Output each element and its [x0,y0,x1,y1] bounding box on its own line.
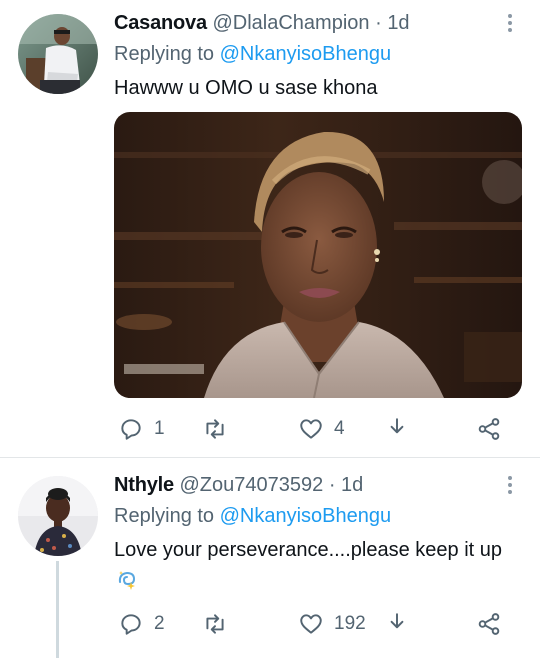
reply-count: 2 [154,613,165,634]
tweet-media-image[interactable] [114,112,522,398]
more-share-icon [478,418,500,440]
like-button[interactable]: 192 [298,609,366,639]
avatar-photo [18,14,98,94]
tweet-header: Casanova @DlalaChampion · 1d [114,10,522,36]
user-handle[interactable]: @Zou74073592 [180,474,324,496]
reply-icon [121,614,141,635]
timestamp[interactable]: 1d [341,474,363,496]
timestamp[interactable]: 1d [387,12,409,34]
share-button[interactable] [384,414,410,444]
share-icon [390,418,404,434]
tweet-body: Casanova @DlalaChampion · 1d Replying to… [114,10,522,104]
like-count: 4 [334,418,345,439]
more-share-button[interactable] [476,414,502,444]
user-handle[interactable]: @DlalaChampion [212,12,369,34]
replying-label: Replying to [114,43,215,65]
tweet-actions: 1 4 [114,414,522,444]
tweet-actions: 2 192 [114,609,522,639]
avatar[interactable] [18,476,98,556]
tweet-text: Love your perseverance....please keep it… [114,535,522,600]
tweet-text-content: Love your perseverance....please keep it… [114,539,503,561]
tweet-header: Nthyle @Zou74073592 · 1d [114,472,522,498]
kebab-menu-icon[interactable] [498,11,522,35]
retweet-icon [206,419,224,439]
mention-link[interactable]: @NkanyisoBhengu [220,43,392,65]
retweet-button[interactable] [202,609,238,639]
display-name[interactable]: Nthyle [114,474,174,496]
reply-count: 1 [154,418,165,439]
reply-button[interactable]: 1 [118,414,165,444]
thread-line [56,561,59,658]
share-button[interactable] [384,609,410,639]
replying-label: Replying to [114,505,215,527]
replying-to: Replying to @NkanyisoBhengu [114,41,522,67]
separator: · [375,12,382,34]
mention-link[interactable]: @NkanyisoBhengu [220,505,392,527]
tweet-nthyle[interactable]: Nthyle @Zou74073592 · 1d Replying to @Nk… [0,459,540,658]
like-count: 192 [334,613,366,634]
reply-button[interactable]: 2 [118,609,165,639]
separator: · [328,474,336,496]
tweet-text: Hawww u OMO u sase khona [114,77,378,99]
replying-to: Replying to @NkanyisoBhengu [114,503,522,529]
dizzy-sparkle-icon [116,568,138,600]
retweet-icon [206,614,224,634]
kebab-menu-icon[interactable] [498,473,522,497]
avatar[interactable] [18,14,98,94]
more-share-icon [478,613,500,635]
tweet-casanova[interactable]: Casanova @DlalaChampion · 1d Replying to… [0,0,540,458]
like-button[interactable]: 4 [298,414,345,444]
like-icon [300,614,322,634]
share-icon [390,613,404,629]
reply-icon [121,419,141,440]
retweet-button[interactable] [202,414,238,444]
tweet-body: Nthyle @Zou74073592 · 1d Replying to @Nk… [114,472,522,600]
like-icon [300,419,322,439]
more-share-button[interactable] [476,609,502,639]
avatar-photo [18,476,98,556]
display-name[interactable]: Casanova [114,12,207,34]
media-photo [114,112,522,398]
